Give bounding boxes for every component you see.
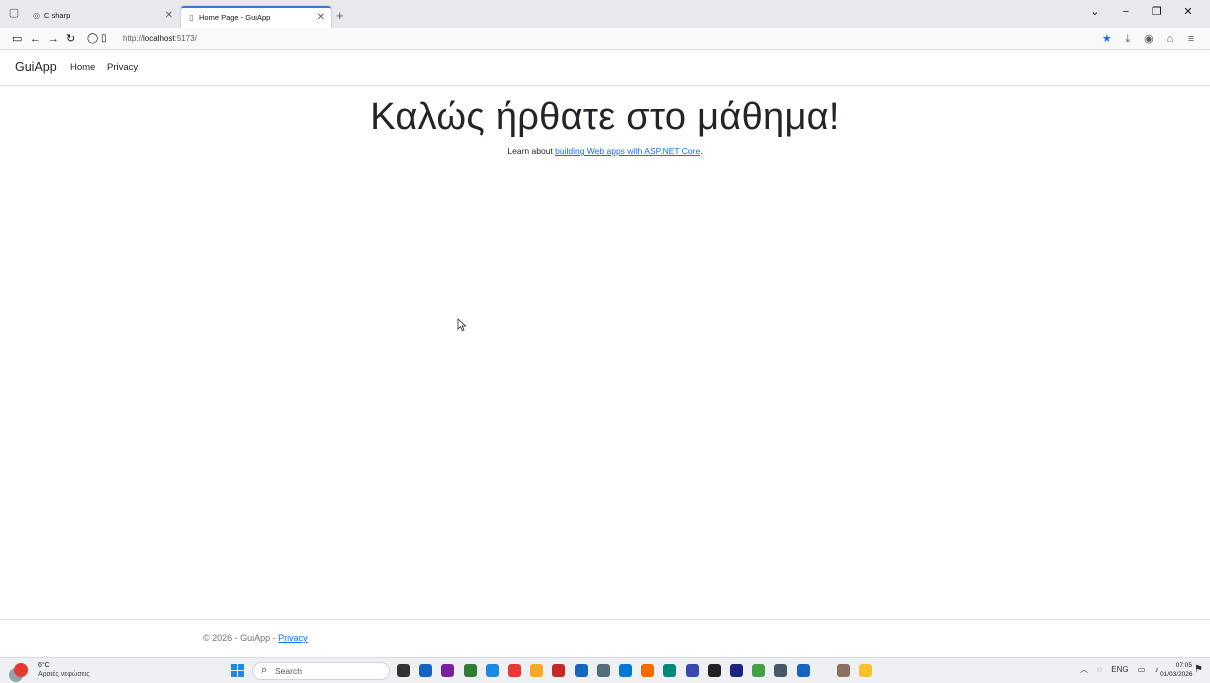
language-indicator[interactable]: ENG [1111, 663, 1128, 677]
mouse-cursor-icon [457, 318, 467, 332]
taskbar-app-icon[interactable] [774, 664, 788, 677]
close-tab-icon[interactable]: ✕ [317, 8, 325, 28]
list-tabs-icon[interactable]: ⌄ [1081, 5, 1109, 18]
tab-overview-icon[interactable]: ▢ [8, 5, 20, 21]
address-bar[interactable]: http://localhost:5173/ [123, 33, 197, 45]
extensions-icon[interactable]: ⌂ [1161, 31, 1179, 47]
tab-favicon-icon: ◎ [33, 11, 40, 20]
weather-temp: 6°C [38, 662, 50, 669]
weather-icon [14, 663, 28, 677]
search-label: Search [275, 666, 302, 676]
taskbar-app-icon[interactable] [796, 664, 810, 677]
menu-icon[interactable]: ≡ [1182, 31, 1200, 47]
taskbar-app-icon[interactable] [663, 664, 677, 677]
lead-suffix: . [700, 146, 703, 156]
lead-text: Learn about building Web apps with ASP.N… [0, 146, 1210, 156]
downloads-icon[interactable]: ⤓ [1119, 31, 1137, 47]
taskbar-app-icon[interactable] [441, 664, 455, 677]
tab-home-page[interactable]: ▯ Home Page - GuiApp ✕ [181, 6, 331, 28]
nav-home-link[interactable]: Home [70, 62, 95, 73]
back-icon[interactable]: ← [30, 31, 41, 47]
windows-start-icon[interactable] [231, 664, 244, 677]
reload-icon[interactable]: ↻ [66, 31, 75, 47]
minimize-icon[interactable]: − [1112, 6, 1140, 18]
taskbar-app-icon[interactable] [530, 664, 544, 677]
page-title: Καλώς ήρθατε στο μάθημα! [370, 96, 840, 138]
taskbar-app-icon[interactable] [419, 664, 433, 677]
site-header: GuiApp Home Privacy [0, 50, 1210, 86]
taskbar-app-icon[interactable] [552, 664, 566, 677]
taskbar-app-icon[interactable] [685, 664, 699, 677]
taskbar-clock[interactable]: 07:05 01/03/2026 [1160, 661, 1193, 679]
taskbar-app-icon[interactable] [641, 664, 655, 677]
footer-copyright: © 2026 - GuiApp - [203, 633, 279, 643]
notification-bell-icon[interactable]: ⚑ [1194, 664, 1203, 675]
clock-date: 01/03/2026 [1160, 671, 1193, 678]
taskbar-app-icon[interactable] [730, 664, 743, 677]
weather-desc: Αραιές νεφώσεις [38, 671, 90, 678]
tab-label: C sharp [44, 11, 71, 20]
page-icon: ▯ [101, 33, 107, 44]
system-tray: ︿ ◌ ENG ▭ ♪ [1080, 663, 1166, 677]
forward-icon[interactable]: → [48, 31, 59, 47]
browser-nav-bar: ▭ ← → ↻ ◯ ▯ http://localhost:5173/ ★ ⤓ ◉… [0, 28, 1210, 50]
windows-taskbar: 6°C Αραιές νεφώσεις ⌕ Search ︿ ◌ ENG ▭ ♪… [0, 657, 1210, 683]
tab-favicon-icon: ▯ [189, 13, 194, 22]
taskbar-app-icon[interactable] [619, 664, 632, 677]
browser-tab-bar: ▢ ◎ C sharp ✕ ▯ Home Page - GuiApp ✕ + ⌄ −… [0, 0, 1210, 28]
aspnet-core-link[interactable]: building Web apps with ASP.NET Core [555, 146, 700, 156]
brand-link[interactable]: GuiApp [15, 60, 57, 74]
site-footer: © 2026 - GuiApp - Privacy [0, 619, 1210, 657]
taskbar-search[interactable]: ⌕ Search [252, 662, 390, 680]
volume-icon[interactable]: ♪ [1155, 663, 1159, 677]
shield-icon[interactable]: ◯ [87, 31, 98, 47]
url-rest: :5173/ [174, 34, 197, 43]
toolbar-right: ★ ⤓ ◉ ⌂ ≡ [1098, 31, 1200, 47]
new-tab-icon[interactable]: + [336, 8, 344, 24]
clock-time: 07:05 [1175, 662, 1192, 669]
taskbar-app-icon[interactable] [574, 664, 588, 677]
bookmark-star-icon[interactable]: ★ [1098, 31, 1116, 47]
window-controls: ⌄ − ❐ ✕ [1081, 5, 1202, 21]
close-window-icon[interactable]: ✕ [1174, 5, 1202, 18]
taskbar-app-icon[interactable] [596, 664, 610, 677]
taskbar-app-icon[interactable] [485, 664, 499, 677]
taskbar-app-icon[interactable] [859, 664, 872, 677]
tray-overflow-icon[interactable]: ︿ [1080, 663, 1088, 677]
sidebar-toggle-icon[interactable]: ▭ [12, 31, 22, 47]
taskbar-app-icon[interactable] [707, 664, 721, 677]
nav-privacy-link[interactable]: Privacy [107, 62, 138, 73]
taskbar-app-icon[interactable] [508, 664, 521, 677]
url-host: localhost [143, 34, 175, 43]
display-icon[interactable]: ▭ [1138, 663, 1146, 677]
network-icon[interactable]: ◌ [1097, 663, 1102, 677]
taskbar-app-icon[interactable] [397, 664, 410, 677]
search-icon: ⌕ [261, 664, 268, 676]
tab-c-sharp[interactable]: ◎ C sharp ✕ [24, 6, 179, 28]
taskbar-app-icon[interactable] [752, 664, 766, 677]
taskbar-app-icon[interactable] [836, 664, 850, 677]
restore-icon[interactable]: ❐ [1143, 5, 1171, 18]
taskbar-app-icon[interactable] [463, 664, 477, 677]
tab-label: Home Page - GuiApp [199, 13, 271, 22]
footer-text: © 2026 - GuiApp - Privacy [203, 633, 308, 643]
lead-prefix: Learn about [507, 146, 556, 156]
close-tab-icon[interactable]: ✕ [165, 6, 173, 26]
url-scheme: http:// [123, 34, 144, 43]
account-icon[interactable]: ◉ [1140, 31, 1158, 47]
footer-privacy-link[interactable]: Privacy [278, 633, 308, 643]
